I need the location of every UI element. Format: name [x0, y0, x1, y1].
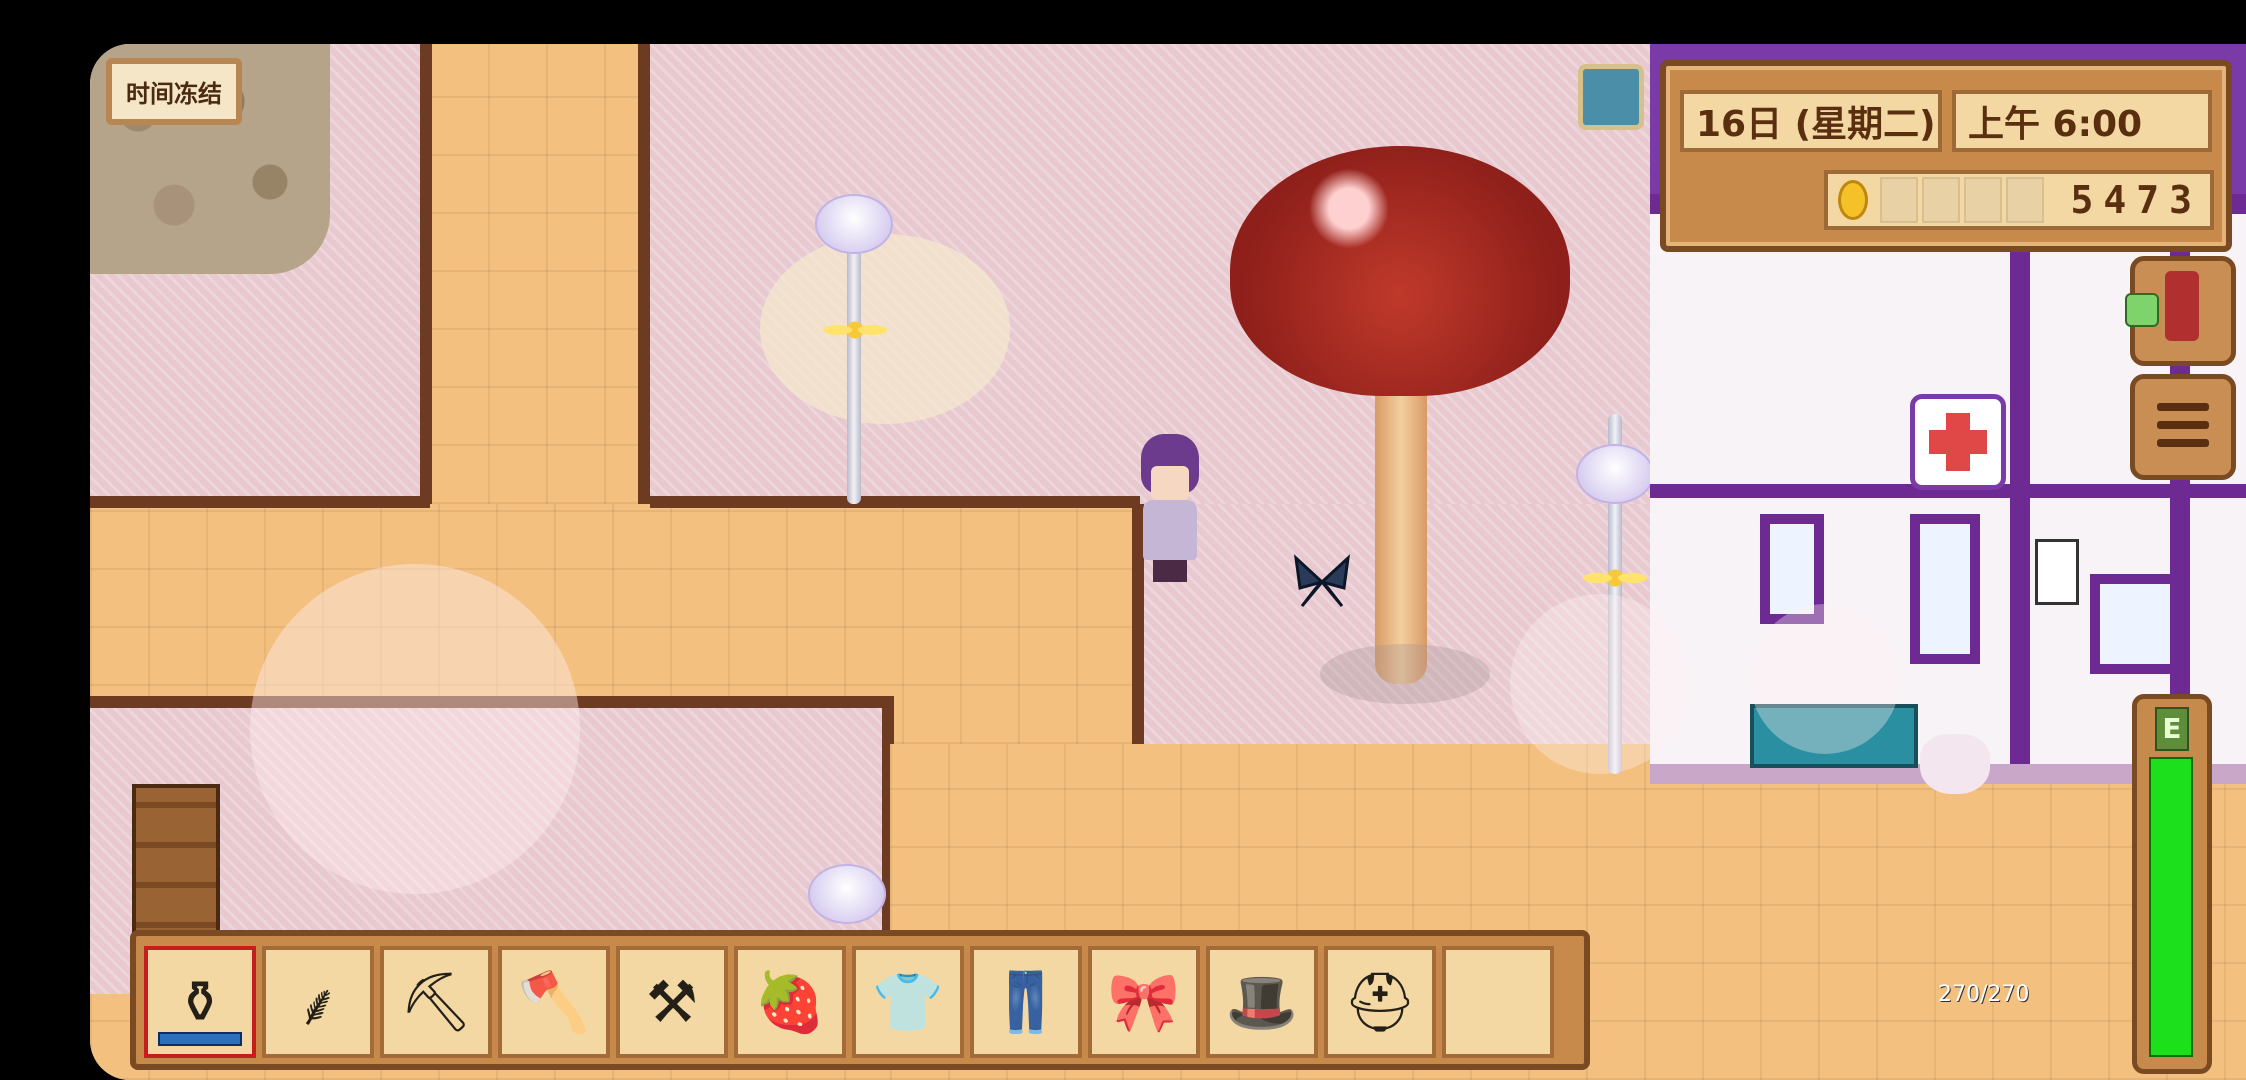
gold-digit-empty — [1880, 177, 1918, 223]
toolbar-slot-dark-hat[interactable]: 🎩 — [1206, 946, 1318, 1058]
menu-icon — [2157, 421, 2209, 429]
toolbar-slot-watering-can[interactable]: ⚱ — [144, 946, 256, 1058]
path-edge — [420, 44, 432, 504]
scythe-icon: ⸙ — [296, 970, 340, 1039]
energy-bar: E — [2132, 694, 2212, 1074]
lamp-globe-1 — [815, 194, 893, 254]
action-button-ghost[interactable] — [1510, 594, 1690, 774]
shirt-icon: 👕 — [871, 967, 945, 1036]
lamp-bow-1 — [820, 312, 890, 348]
date-display: 16日 (星期二) — [1680, 90, 1942, 152]
butterfly[interactable] — [1290, 554, 1354, 610]
dark-hat-icon: 🎩 — [1225, 967, 1299, 1036]
menu-button[interactable] — [2130, 374, 2236, 480]
toolbar-slot-white-hat[interactable]: ⛑ — [1324, 946, 1436, 1058]
toolbar-slot-empty[interactable] — [1442, 946, 1554, 1058]
time-display: 上午 6:00 — [1952, 90, 2212, 152]
path-edge — [90, 496, 430, 508]
candy-tree-trunk — [1375, 364, 1427, 684]
toolbar-slot-axe[interactable]: 🪓 — [498, 946, 610, 1058]
water-level-bar — [158, 1032, 242, 1046]
sand-path-vertical — [430, 44, 640, 504]
weather-icon — [1578, 64, 1644, 130]
toolbar-slot-pants[interactable]: 👖 — [970, 946, 1082, 1058]
toolbar: ⚱ ⸙ ⛏ 🪓 ⚒ 🍓 👕 👖 🎀 🎩 ⛑ — [130, 930, 1590, 1070]
hoe-icon: ⚒ — [646, 968, 698, 1036]
menu-icon — [2157, 439, 2209, 447]
building-window — [2090, 574, 2180, 674]
gold-amount: 5473 — [2070, 178, 2202, 222]
strawberry-icon: 🍓 — [753, 967, 827, 1036]
bunny-pet[interactable] — [1920, 734, 1990, 794]
gold-digit-empty — [2006, 177, 2044, 223]
path-edge — [638, 44, 650, 504]
energy-letter: E — [2155, 707, 2189, 751]
lamp-post-1 — [847, 244, 861, 504]
player-dress — [1143, 500, 1197, 560]
toolbar-slot-bow-accessory[interactable]: 🎀 — [1088, 946, 1200, 1058]
joystick-area[interactable] — [250, 564, 580, 894]
candy-apple-tree[interactable] — [1230, 146, 1570, 396]
pickaxe-icon: ⛏ — [399, 967, 473, 1036]
pants-icon: 👖 — [989, 967, 1063, 1036]
bow-accessory-icon: 🎀 — [1107, 967, 1181, 1036]
lamp-globe-3 — [808, 864, 886, 924]
journal-button[interactable] — [2125, 256, 2236, 366]
toolbar-slot-shirt[interactable]: 👕 — [852, 946, 964, 1058]
journal-icon — [2165, 271, 2199, 341]
white-hat-icon: ⛑ — [1343, 967, 1417, 1036]
gold-digit-empty — [1964, 177, 2002, 223]
secondary-button-ghost[interactable] — [1750, 604, 1900, 754]
clock-panel: 16日 (星期二) 上午 6:00 5473 — [1660, 60, 2232, 252]
menu-icon — [2157, 403, 2209, 411]
time-freeze-badge: 时间冻结 — [106, 58, 242, 125]
building-window — [1910, 514, 1980, 664]
notice-board[interactable] — [2035, 539, 2079, 605]
player-character[interactable] — [1135, 434, 1205, 584]
building-beam — [2010, 194, 2030, 774]
medical-cross-sign — [1910, 394, 2006, 490]
gold-coin-icon — [1838, 180, 1868, 220]
path-edge — [650, 496, 1140, 508]
toolbar-slot-hoe[interactable]: ⚒ — [616, 946, 728, 1058]
gold-digit-empty — [1922, 177, 1960, 223]
energy-text: 270/270 — [1938, 982, 2030, 1007]
tree-shadow — [1320, 644, 1490, 704]
player-face — [1151, 466, 1189, 500]
game-viewport[interactable]: 时间冻结 16日 (星期二) 上午 6:00 5473 E ⚱ ⸙ ⛏ 🪓 ⚒ 🍓 👕 👖 🎀 🎩… — [90, 44, 2246, 1080]
player-legs — [1153, 560, 1187, 582]
toolbar-slot-scythe[interactable]: ⸙ — [262, 946, 374, 1058]
energy-fill — [2149, 757, 2193, 1057]
dice-icon — [2125, 293, 2159, 327]
watering-can-icon: ⚱ — [175, 968, 225, 1036]
cross-horizontal — [1929, 430, 1987, 454]
toolbar-slot-pickaxe[interactable]: ⛏ — [380, 946, 492, 1058]
gold-counter: 5473 — [1824, 170, 2214, 230]
toolbar-slot-strawberry[interactable]: 🍓 — [734, 946, 846, 1058]
axe-icon: 🪓 — [517, 967, 591, 1036]
